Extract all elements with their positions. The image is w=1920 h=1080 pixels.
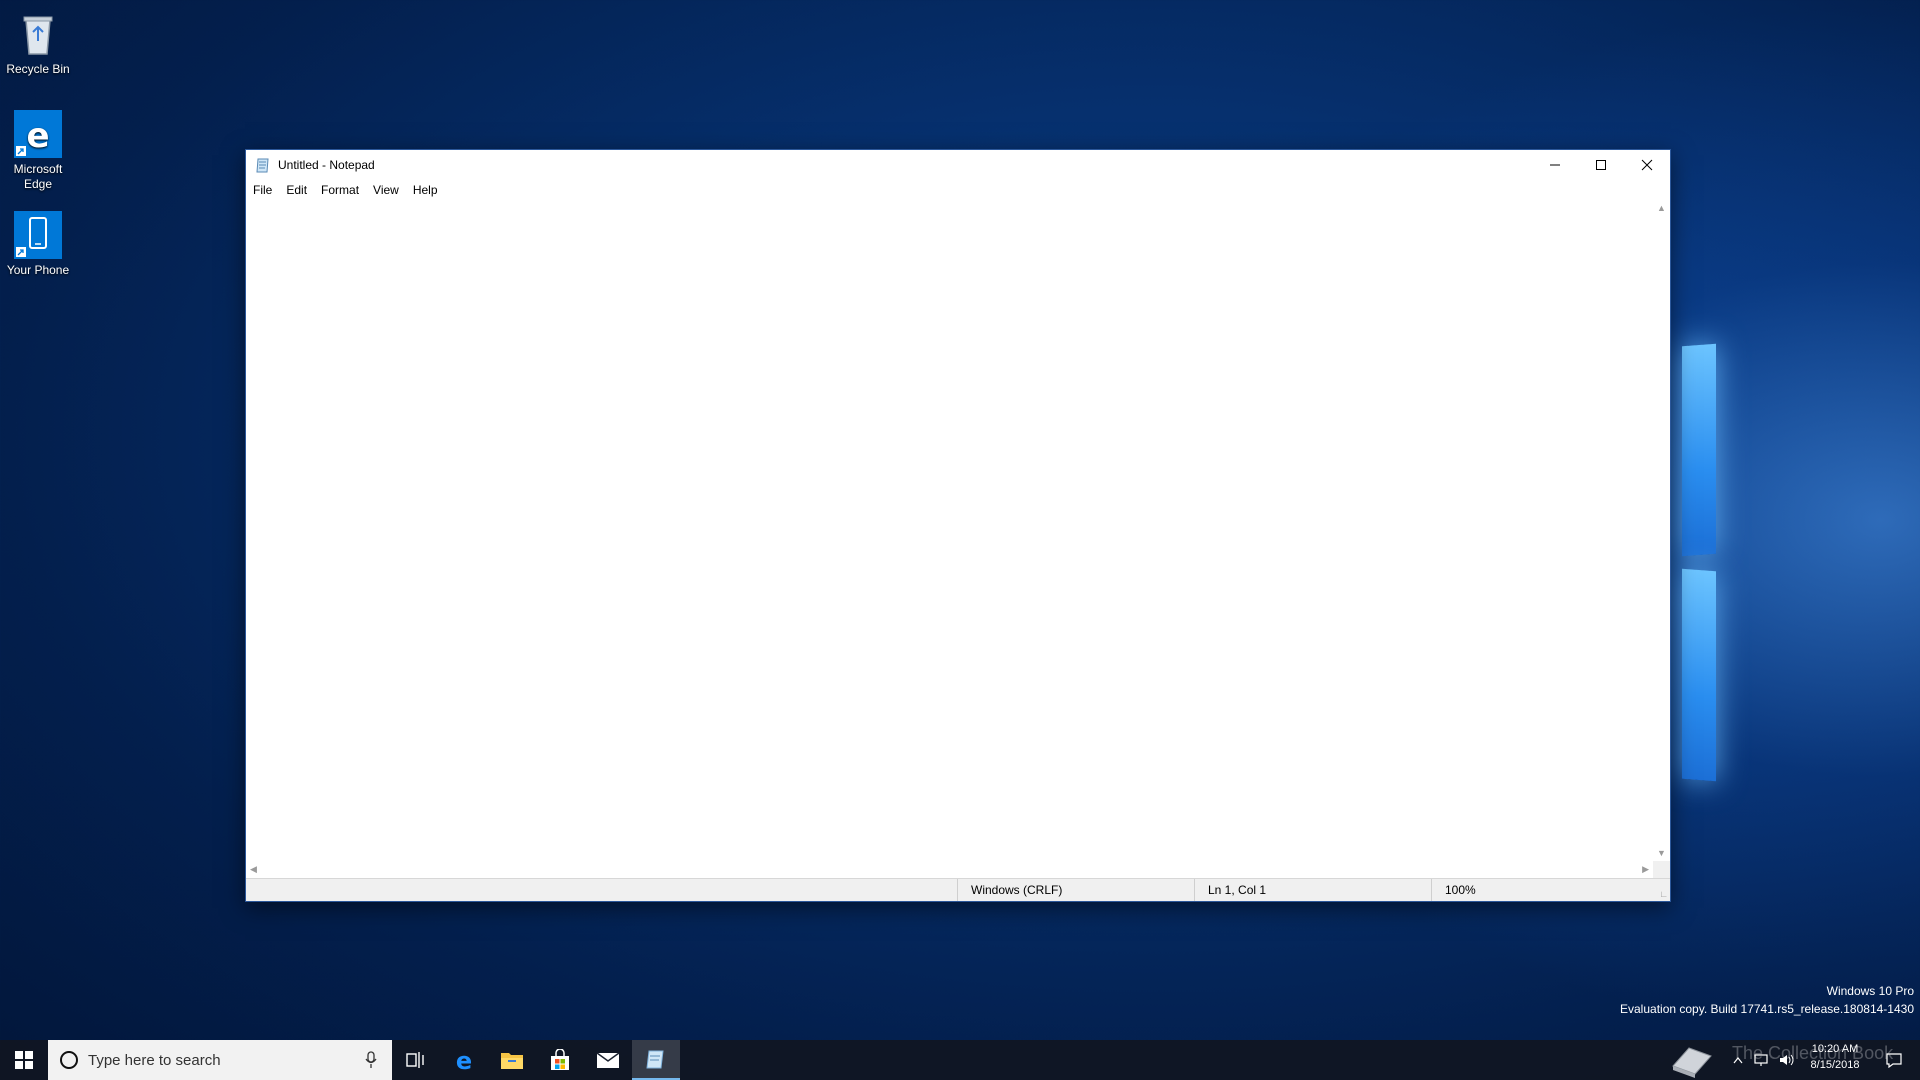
desktop-icon-label: Your Phone: [6, 263, 70, 277]
desktop-icon-recycle-bin[interactable]: Recycle Bin: [0, 4, 76, 77]
status-zoom: 100%: [1431, 879, 1476, 901]
taskbar: Type here to search e 10:20 AM 8/15/2018: [0, 1040, 1920, 1080]
edge-icon: e: [14, 110, 62, 158]
horizontal-scrollbar[interactable]: ◀ ▶: [246, 861, 1653, 879]
scroll-left-icon[interactable]: ◀: [250, 864, 257, 875]
scroll-down-icon[interactable]: ▼: [1657, 848, 1666, 858]
tray-app-button[interactable]: [1668, 1040, 1716, 1080]
scroll-right-icon[interactable]: ▶: [1642, 864, 1649, 875]
overlay-watermark: The Collection Book: [1732, 1043, 1894, 1063]
close-icon: [1641, 159, 1653, 171]
taskbar-notepad-active[interactable]: [632, 1040, 680, 1080]
taskbar-store[interactable]: [536, 1040, 584, 1080]
edition-watermark: Windows 10 Pro: [1826, 984, 1914, 998]
menu-format[interactable]: Format: [314, 180, 366, 200]
window-title: Untitled - Notepad: [278, 158, 375, 172]
taskbar-file-explorer[interactable]: [488, 1040, 536, 1080]
task-view-icon: [406, 1052, 424, 1068]
menu-help[interactable]: Help: [406, 180, 445, 200]
microphone-icon[interactable]: [364, 1051, 378, 1069]
edge-icon: e: [456, 1048, 472, 1072]
menu-view[interactable]: View: [366, 180, 406, 200]
close-button[interactable]: [1624, 150, 1670, 180]
mail-icon: [596, 1052, 620, 1068]
desktop-icon-label: Microsoft Edge: [13, 162, 63, 191]
notepad-icon: [255, 157, 271, 173]
desktop-icon-your-phone[interactable]: Your Phone: [0, 205, 76, 278]
desktop-icon-microsoft-edge[interactable]: e Microsoft Edge: [0, 104, 76, 192]
search-placeholder: Type here to search: [88, 1051, 221, 1069]
maximize-icon: [1596, 160, 1606, 170]
file-explorer-icon: [501, 1053, 523, 1069]
status-cursor-position: Ln 1, Col 1: [1194, 879, 1266, 901]
scrollbar-corner: [1653, 861, 1670, 879]
status-line-ending: Windows (CRLF): [957, 879, 1062, 901]
text-editor[interactable]: [246, 200, 1653, 861]
windows-logo-wallpaper: [1672, 335, 1920, 795]
status-bar: Windows (CRLF) Ln 1, Col 1 100% ∟: [246, 878, 1670, 901]
phone-icon: [14, 211, 62, 259]
resize-grip-icon[interactable]: ∟: [1659, 889, 1668, 899]
maximize-button[interactable]: [1578, 150, 1624, 180]
svg-text:e: e: [456, 1048, 472, 1072]
cortana-circle-icon: [60, 1051, 78, 1069]
menu-edit[interactable]: Edit: [279, 180, 314, 200]
desktop-icon-label: Recycle Bin: [6, 62, 70, 76]
notepad-window: Untitled - Notepad File Edit Format View…: [245, 149, 1671, 902]
menu-bar: File Edit Format View Help: [246, 180, 1670, 200]
minimize-icon: [1550, 164, 1560, 166]
recycle-bin-icon: [14, 10, 62, 58]
store-icon: [551, 1049, 569, 1070]
notebook-icon: [1672, 1047, 1712, 1078]
svg-text:e: e: [26, 116, 49, 156]
notepad-icon: [646, 1050, 664, 1069]
minimize-button[interactable]: [1532, 150, 1578, 180]
start-button[interactable]: [0, 1040, 48, 1080]
menu-file[interactable]: File: [246, 180, 279, 200]
taskbar-edge[interactable]: e: [440, 1040, 488, 1080]
taskbar-mail[interactable]: [584, 1040, 632, 1080]
taskbar-search-box[interactable]: Type here to search: [48, 1040, 392, 1080]
task-view-button[interactable]: [392, 1040, 440, 1080]
build-watermark: Evaluation copy. Build 17741.rs5_release…: [1620, 1002, 1914, 1016]
windows-start-icon: [15, 1051, 33, 1069]
vertical-scrollbar[interactable]: ▲ ▼: [1653, 200, 1670, 861]
scroll-up-icon[interactable]: ▲: [1657, 203, 1666, 213]
title-bar[interactable]: Untitled - Notepad: [246, 150, 1670, 180]
